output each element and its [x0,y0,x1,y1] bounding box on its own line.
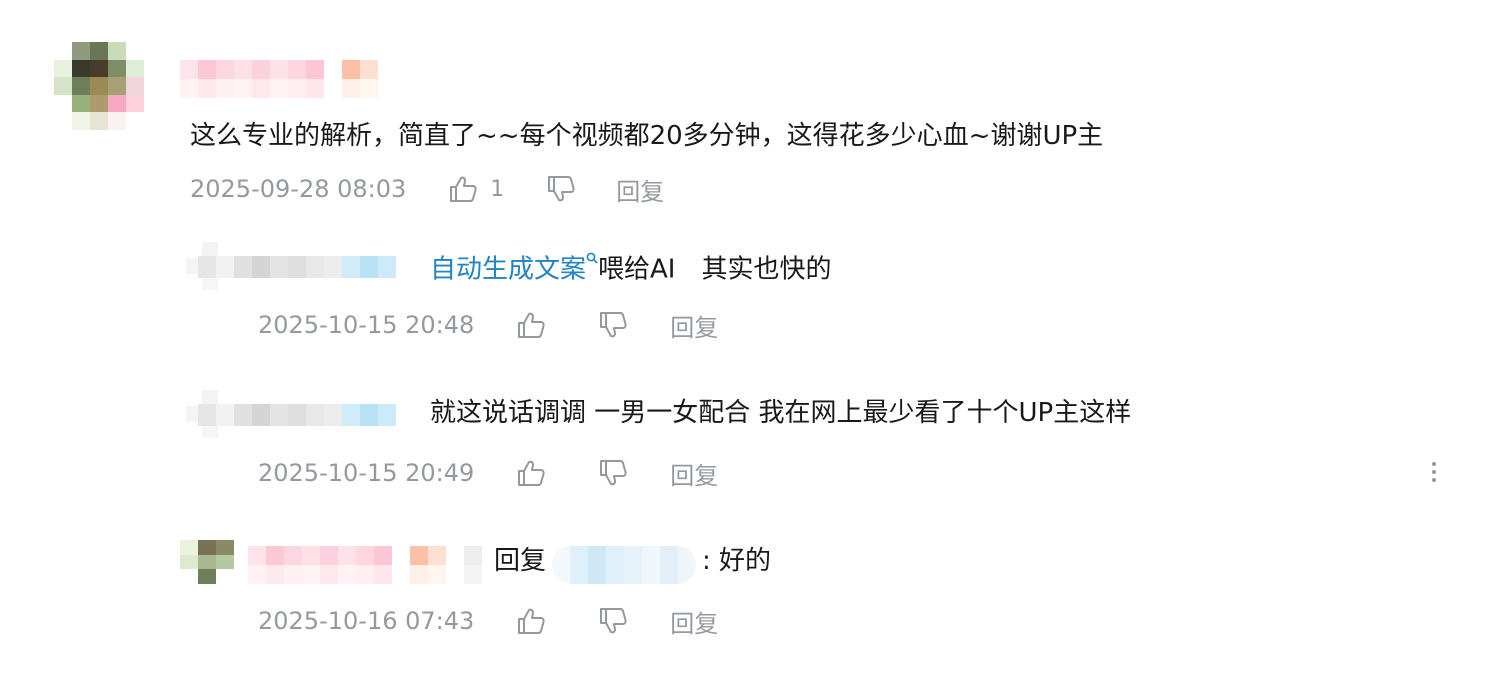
reply-text: 回复 [494,544,546,578]
reply-button[interactable]: 回复 [670,456,718,491]
reply-meta: 2025-10-15 20:49 回复 [258,456,718,490]
reply-text: 就这说话调调 一男一女配合 我在网上最少看了十个UP主这样 [430,398,1132,428]
like-button[interactable]: 1 [448,174,504,204]
username[interactable] [198,256,396,278]
dislike-button[interactable] [598,310,628,340]
username[interactable] [248,546,482,584]
reply-meta: 2025-10-15 20:48 回复 [258,308,718,342]
avatar[interactable] [54,42,162,130]
username[interactable] [180,60,378,98]
like-count: 1 [490,176,505,202]
thumbs-down-icon [548,176,575,202]
reply-time: 2025-10-15 20:49 [258,459,475,487]
like-button[interactable] [516,310,546,340]
reply-time: 2025-10-16 07:43 [258,607,475,635]
thumbs-up-icon [450,176,477,202]
reply-prefix: 回复 [494,546,547,576]
comment-thread: 这么专业的解析，简直了~~每个视频都20多分钟，这得花多少心血~谢谢UP主 20… [0,0,1496,676]
thumbs-up-icon [518,460,545,486]
like-button[interactable] [516,606,546,636]
reply-button[interactable]: 回复 [670,308,718,343]
comment-text: 这么专业的解析，简直了~~每个视频都20多分钟，这得花多少心血~谢谢UP主 [190,121,1104,151]
thumbs-down-icon [600,608,627,634]
reply-time: 2025-10-15 20:48 [258,311,475,339]
reply-text-body: 喂给AI 其实也快的 [598,254,832,285]
comment-meta: 2025-09-28 08:03 1 回复 [190,172,664,206]
thumbs-down-icon [600,460,627,486]
more-vertical-icon[interactable] [1422,458,1446,490]
reply-button[interactable]: 回复 [616,172,664,207]
dislike-button[interactable] [598,458,628,488]
reply-button[interactable]: 回复 [670,604,718,639]
reply-text: 自动生成文案 喂给AI 其实也快的 [430,247,831,287]
username[interactable] [198,404,396,426]
search-icon[interactable] [586,252,598,268]
like-button[interactable] [516,458,546,488]
avatar[interactable] [180,540,234,584]
reply-meta: 2025-10-16 07:43 回复 [258,604,718,638]
thumbs-up-icon [518,608,545,634]
thumbs-down-icon [600,312,627,338]
keyword-link[interactable]: 自动生成文案 [430,255,586,285]
dislike-button[interactable] [546,174,576,204]
thumbs-up-icon [518,312,545,338]
comment-time: 2025-09-28 08:03 [190,175,407,203]
reply-target-username[interactable] [552,546,696,584]
reply-text-body: : 好的 [702,546,772,576]
dislike-button[interactable] [598,606,628,636]
